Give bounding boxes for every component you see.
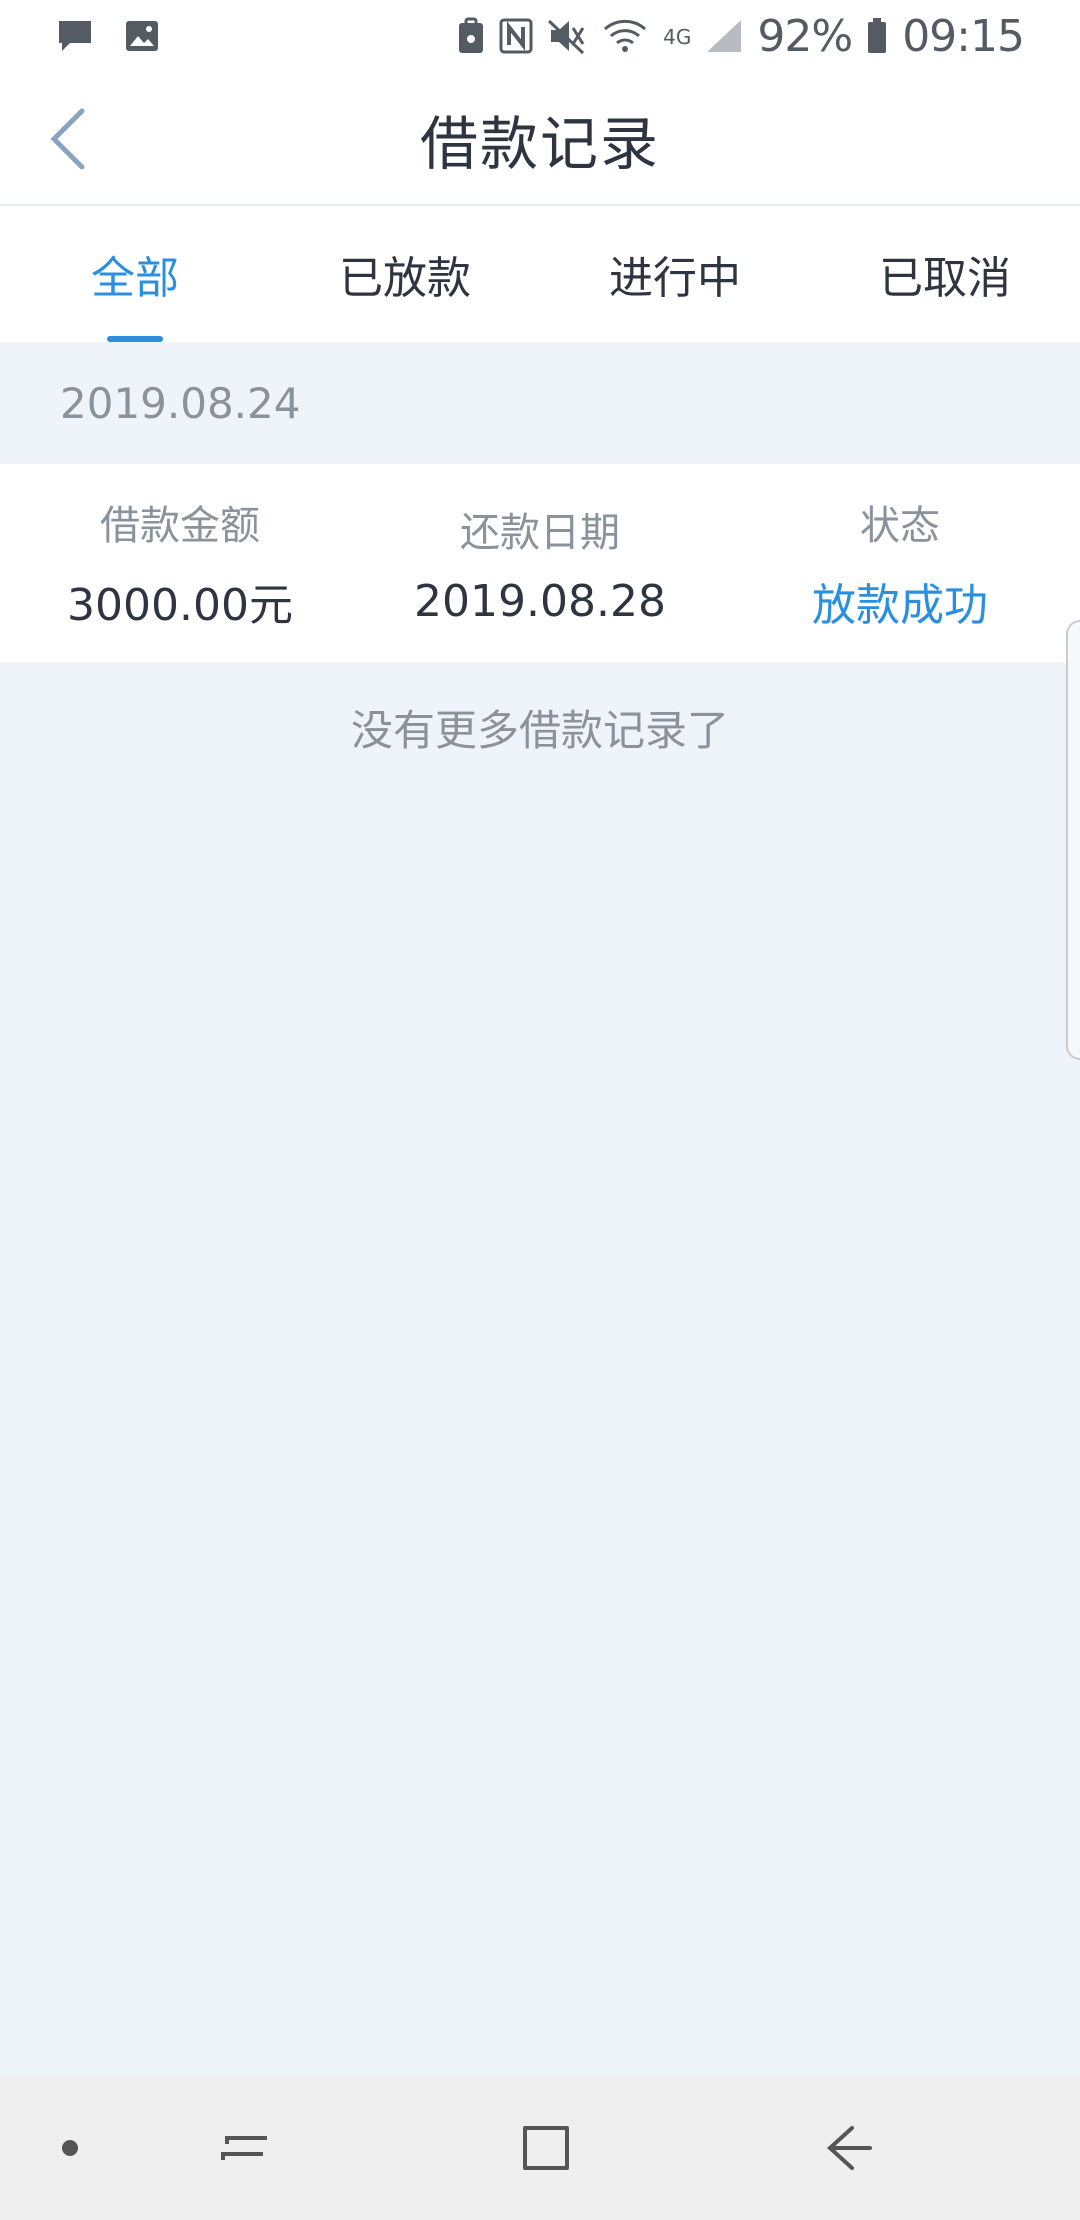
tab-label: 全部 <box>91 253 179 304</box>
battery-percent: 92% <box>757 10 853 62</box>
nfc-icon <box>499 17 533 55</box>
home-button[interactable] <box>500 2108 590 2188</box>
loan-record-card[interactable]: 借款金额 3000.00元 还款日期 2019.08.28 状态 放款成功 <box>0 464 1080 662</box>
wifi-icon <box>601 17 649 55</box>
tab-bar: 全部 已放款 进行中 已取消 <box>0 206 1080 342</box>
tab-all[interactable]: 全部 <box>0 206 270 342</box>
app-header: 借款记录 <box>0 72 1080 206</box>
repayment-date-column: 还款日期 2019.08.28 <box>360 464 720 662</box>
tab-cancelled[interactable]: 已取消 <box>810 206 1080 342</box>
mute-icon <box>547 17 587 55</box>
status-left-icons <box>56 18 160 54</box>
network-type-label: 4G <box>663 24 692 49</box>
no-more-records-message: 没有更多借款记录了 <box>350 705 729 755</box>
tab-label: 已放款 <box>339 253 471 304</box>
back-nav-button[interactable] <box>805 2108 895 2188</box>
status-column: 状态 放款成功 <box>720 464 1080 662</box>
tab-disbursed[interactable]: 已放款 <box>270 206 540 342</box>
repayment-date-value: 2019.08.28 <box>414 575 666 627</box>
status-value: 放款成功 <box>812 580 988 631</box>
recent-apps-button[interactable] <box>200 2108 290 2188</box>
system-nav-bar <box>0 2076 1080 2220</box>
tab-label: 已取消 <box>879 253 1011 304</box>
message-icon <box>56 18 94 54</box>
loan-amount-label: 借款金额 <box>100 503 260 549</box>
tab-label: 进行中 <box>609 253 741 304</box>
status-right-icons: 4G 92% 09:15 <box>457 10 1025 62</box>
battery-icon <box>866 17 888 55</box>
image-icon <box>124 18 160 54</box>
back-icon <box>827 2126 872 2170</box>
recent-apps-icon <box>221 2136 267 2160</box>
status-label: 状态 <box>860 503 940 549</box>
clock: 09:15 <box>902 10 1025 62</box>
repayment-date-label: 还款日期 <box>460 509 620 556</box>
loan-amount-column: 借款金额 3000.00元 <box>0 464 360 662</box>
loan-amount-value: 3000.00元 <box>67 580 293 631</box>
dot-icon <box>62 2140 78 2156</box>
home-icon <box>523 2126 569 2170</box>
signal-icon <box>705 18 743 54</box>
record-group-date: 2019.08.24 <box>60 378 301 428</box>
lock-icon <box>457 17 485 55</box>
page-title: 借款记录 <box>419 110 660 178</box>
nav-dot-button[interactable] <box>40 2118 100 2178</box>
edge-panel-handle[interactable] <box>1066 620 1080 1060</box>
status-bar: 4G 92% 09:15 <box>0 0 1080 72</box>
tab-in-progress[interactable]: 进行中 <box>540 206 810 342</box>
